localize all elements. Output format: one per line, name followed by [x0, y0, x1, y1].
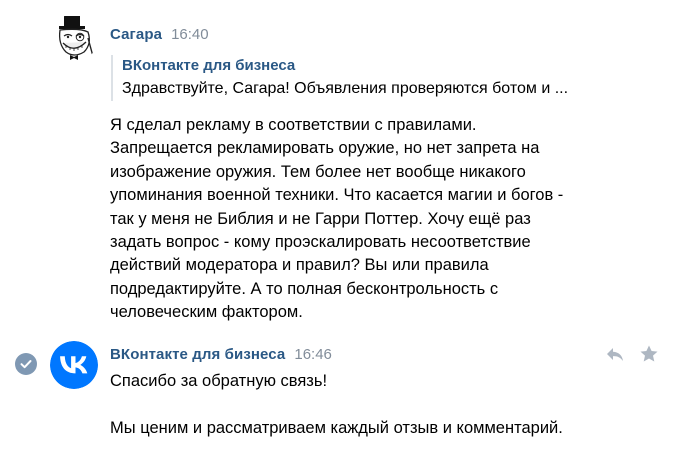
business-avatar[interactable] — [50, 341, 98, 389]
message-line: человеческим фактором. — [110, 303, 303, 322]
author-name[interactable]: ВКонтакте для бизнеса — [110, 346, 285, 363]
message-line: действий модератора и правил? Вы или пра… — [110, 256, 489, 275]
quoted-text: Здравствуйте, Сагара! Объявления проверя… — [122, 80, 569, 97]
message-line: так у меня не Библия и не Гарри Поттер. … — [110, 209, 531, 228]
message-line: Спасибо за обратную связь! — [110, 372, 328, 390]
message-line: упоминания военной техники. Что касается… — [110, 186, 564, 205]
trollface-avatar-icon — [50, 14, 98, 62]
message-line: изображение оружия. Тем более нет вообще… — [110, 162, 526, 181]
user-avatar[interactable] — [50, 14, 98, 62]
message-time[interactable]: 16:40 — [171, 26, 209, 43]
author-name[interactable]: Сагара — [110, 26, 162, 43]
message-line: задать вопрос - кому проэскалировать нес… — [110, 232, 531, 251]
message-line: Я сделал рекламу в соответствии с правил… — [110, 116, 477, 134]
message-actions — [604, 343, 660, 365]
message-line: подредактируйте. А то полная бесконтроль… — [110, 279, 499, 298]
message-line — [110, 393, 563, 416]
star-icon[interactable] — [638, 343, 660, 365]
vk-logo-icon — [50, 341, 98, 389]
message-time[interactable]: 16:46 — [294, 346, 332, 363]
message-line: Запрещается рекламировать оружие, но нет… — [110, 139, 540, 158]
read-check-icon — [15, 353, 37, 375]
message-text: Спасибо за обратную связь! Мы ценим и ра… — [110, 370, 563, 440]
message-line: Мы ценим и рассматриваем каждый отзыв и … — [110, 418, 563, 437]
reply-icon[interactable] — [604, 343, 626, 365]
quoted-author: ВКонтакте для бизнеса — [122, 57, 296, 74]
message-header: Сагара 16:40 — [110, 26, 209, 43]
message-text: Я сделал рекламу в соответствии с правил… — [110, 114, 563, 325]
message-header: ВКонтакте для бизнеса 16:46 — [110, 346, 332, 363]
quoted-reply[interactable]: ВКонтакте для бизнеса Здравствуйте, Сага… — [111, 55, 568, 101]
